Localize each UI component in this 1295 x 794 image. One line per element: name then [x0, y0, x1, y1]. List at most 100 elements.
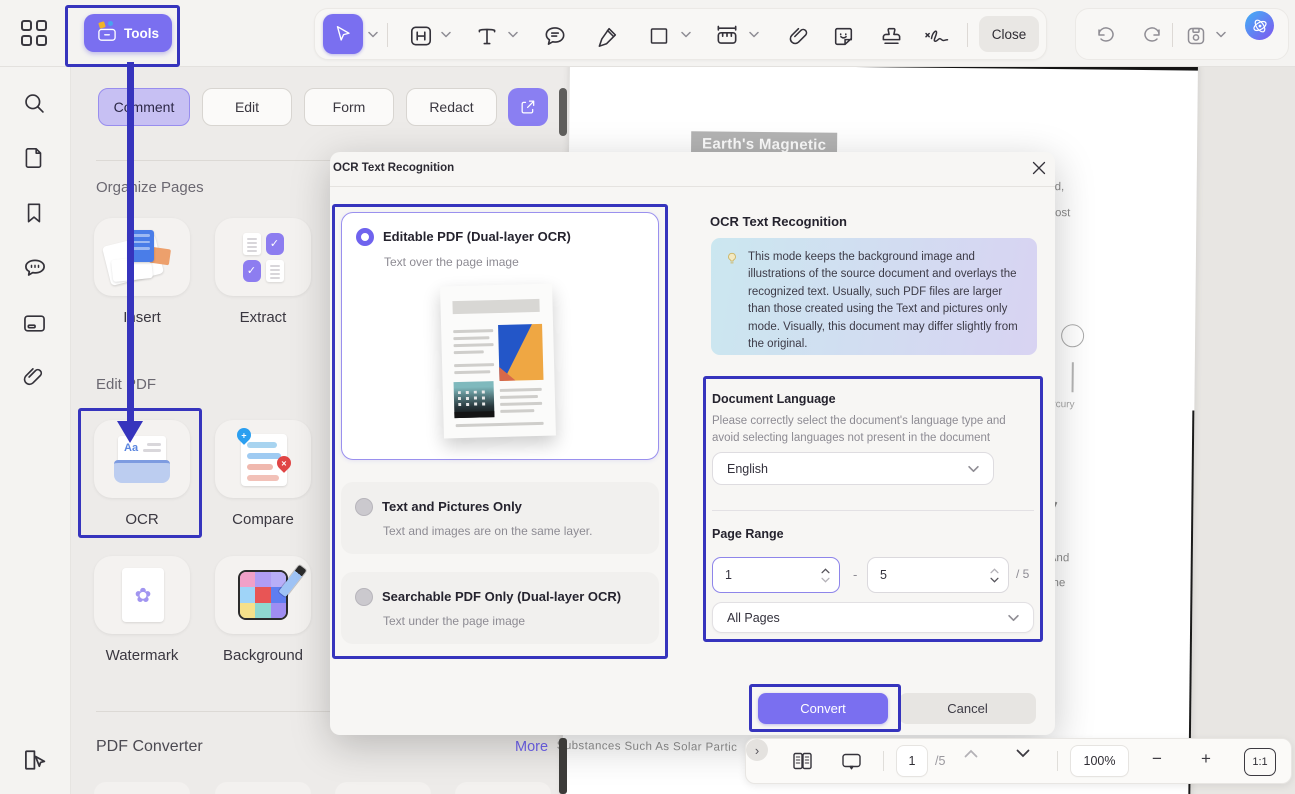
option-desc: Text over the page image [384, 255, 519, 269]
tab-form[interactable]: Form [304, 88, 394, 126]
close-button-label: Close [991, 26, 1027, 42]
tile-label: Compare [232, 511, 294, 528]
next-page-icon[interactable] [1016, 749, 1030, 758]
tab-comment[interactable]: Comment [98, 88, 190, 126]
zoom-level-input[interactable]: 100% [1071, 746, 1128, 776]
chevron-down-icon[interactable] [1216, 31, 1226, 38]
redo-icon[interactable] [1138, 22, 1166, 50]
page-range-to-input[interactable] [867, 557, 1009, 593]
toolbox-icon [97, 21, 117, 42]
convert-button[interactable]: Convert [758, 693, 888, 724]
option-searchable-pdf[interactable]: Searchable PDF Only (Dual-layer OCR) Tex… [341, 572, 659, 644]
signature-tool-icon[interactable] [923, 22, 951, 50]
range-total: / 5 [1016, 567, 1030, 581]
radio-unselected-icon[interactable] [355, 588, 373, 606]
tools-button[interactable]: Tools [84, 14, 172, 52]
tile-watermark[interactable]: ✿ Watermark [94, 556, 190, 664]
tile-stub[interactable] [335, 782, 431, 794]
ocr-info-text: This mode keeps the background image and… [748, 251, 1018, 351]
tile-compare[interactable]: + × Compare [215, 420, 311, 528]
tab-redact[interactable]: Redact [406, 88, 497, 126]
zoom-out-button[interactable]: − [1152, 749, 1162, 769]
tools-button-label: Tools [124, 25, 159, 41]
chevron-down-icon [968, 465, 979, 472]
slides-icon[interactable] [21, 310, 49, 338]
radio-unselected-icon[interactable] [355, 498, 373, 516]
shape-tool-icon[interactable] [645, 22, 673, 50]
lightbulb-icon [724, 251, 740, 273]
stamp-tool-icon[interactable] [877, 22, 905, 50]
document-figure-circle [1060, 324, 1085, 348]
pen-tool-icon[interactable] [593, 22, 621, 50]
bookmark-icon[interactable] [21, 200, 49, 228]
app-menu-icon[interactable] [20, 19, 50, 49]
page-number-input[interactable]: 1 [897, 746, 927, 776]
panel-scrollbar-thumb[interactable] [559, 88, 567, 136]
page-thumbnails-icon[interactable] [21, 145, 49, 173]
expand-button[interactable]: › [746, 739, 768, 761]
all-pages-value: All Pages [727, 610, 780, 625]
section-title-pdf-converter: PDF Converter [96, 738, 203, 755]
dual-page-view-icon[interactable] [790, 749, 815, 773]
tile-stub[interactable] [215, 782, 311, 794]
presentation-mode-icon[interactable] [838, 749, 865, 773]
stepper-icon[interactable] [821, 567, 830, 583]
previous-page-icon[interactable] [964, 749, 978, 758]
save-icon[interactable] [1182, 22, 1210, 50]
tile-insert[interactable]: Insert [94, 218, 190, 326]
comments-icon[interactable] [21, 254, 49, 282]
chevron-down-icon[interactable] [368, 31, 378, 38]
extract-icon: ✓ ✓ [215, 218, 311, 296]
option-editable-pdf[interactable]: Editable PDF (Dual-layer OCR) Text over … [341, 212, 659, 460]
all-pages-select[interactable]: All Pages [712, 602, 1034, 633]
undo-icon[interactable] [1092, 22, 1120, 50]
reader-mode-icon[interactable] [21, 746, 49, 774]
text-tool-icon[interactable] [473, 22, 501, 50]
measure-tool-icon[interactable] [713, 22, 741, 50]
document-bottom-text: Substances Such As Solar Partic [556, 739, 738, 754]
expand-icon: › [754, 742, 760, 758]
option-text-pictures-only[interactable]: Text and Pictures Only Text and images a… [341, 482, 659, 554]
left-sidebar [0, 66, 71, 794]
radio-selected-icon[interactable] [356, 228, 374, 246]
document-figure-line [1071, 362, 1074, 393]
heading-tool-icon[interactable] [407, 22, 435, 50]
attachment-tool-icon[interactable] [785, 22, 813, 50]
more-link[interactable]: More [515, 739, 548, 755]
dialog-title: OCR Text Recognition [333, 162, 455, 174]
tile-stub[interactable] [94, 782, 190, 794]
close-button[interactable]: Close [979, 16, 1039, 52]
page-range-to-value[interactable] [868, 568, 978, 582]
actual-size-label: 1:1 [1252, 756, 1268, 768]
close-icon[interactable] [1031, 160, 1049, 178]
attachments-icon[interactable] [21, 364, 49, 392]
tile-background[interactable]: Background [215, 556, 311, 664]
chevron-down-icon[interactable] [508, 31, 518, 38]
watermark-icon: ✿ [94, 556, 190, 634]
comment-tool-icon[interactable] [541, 22, 569, 50]
search-icon[interactable] [21, 90, 49, 118]
sticker-tool-icon[interactable] [829, 22, 857, 50]
tab-edit[interactable]: Edit [202, 88, 292, 126]
stepper-icon[interactable] [990, 567, 999, 583]
tile-stub[interactable] [455, 782, 551, 794]
chevron-down-icon[interactable] [681, 31, 691, 38]
zoom-in-button[interactable]: + [1201, 749, 1211, 769]
select-tool-button[interactable] [323, 14, 363, 54]
tile-extract[interactable]: ✓ ✓ Extract [215, 218, 311, 326]
page-range-from-input[interactable] [712, 557, 840, 593]
annotation-arrow-head [117, 421, 143, 443]
convert-button-label: Convert [800, 701, 846, 716]
actual-size-button[interactable]: 1:1 [1244, 748, 1276, 776]
tile-label: Watermark [105, 647, 179, 664]
external-link-button[interactable] [508, 88, 548, 126]
chevron-down-icon[interactable] [441, 31, 451, 38]
panel-scrollbar-bottom[interactable] [559, 738, 567, 794]
status-toolbar: › 1 /5 100% − + 1:1 [745, 738, 1292, 784]
language-select[interactable]: English [712, 452, 994, 485]
chevron-down-icon[interactable] [749, 31, 759, 38]
chevron-down-icon [1008, 614, 1019, 621]
cancel-button[interactable]: Cancel [899, 693, 1036, 724]
ai-assistant-button[interactable] [1245, 11, 1274, 40]
page-range-from-value[interactable] [713, 568, 814, 582]
